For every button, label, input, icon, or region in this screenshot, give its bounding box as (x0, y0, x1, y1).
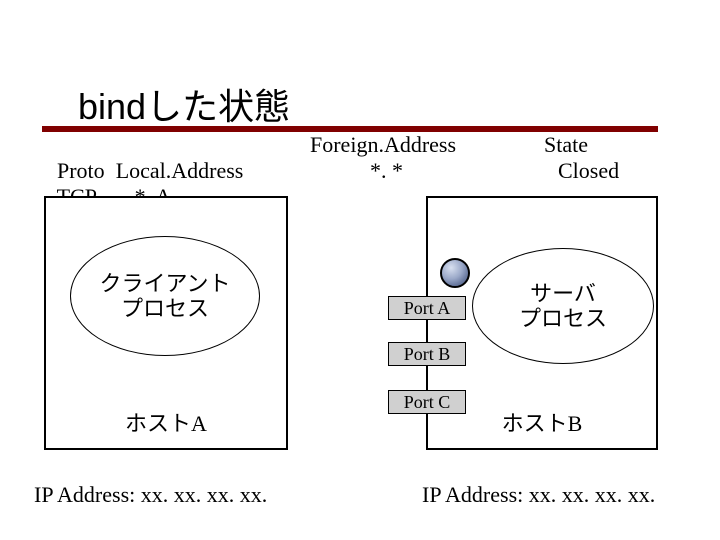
host-a-label: ホストA (46, 406, 286, 438)
col-foreign-label: Foreign.Address (310, 132, 456, 158)
client-process-ellipse: クライアントプロセス (70, 236, 260, 356)
host-b-ip: IP Address: xx. xx. xx. xx. (422, 482, 655, 508)
port-a-box: Port A (388, 296, 466, 320)
row-foreign-value: *. * (370, 158, 403, 184)
port-b-box: Port B (388, 342, 466, 366)
server-process-label: サーバプロセス (519, 281, 607, 332)
client-process-label: クライアントプロセス (99, 271, 230, 322)
port-c-box: Port C (388, 390, 466, 414)
server-process-ellipse: サーバプロセス (472, 248, 654, 364)
col-state-label: State (544, 132, 588, 158)
slide-title: bindした状態 (78, 78, 290, 130)
host-a-ip: IP Address: xx. xx. xx. xx. (34, 482, 267, 508)
row-state-value: Closed (558, 158, 619, 184)
bound-port-indicator-icon (440, 258, 470, 288)
